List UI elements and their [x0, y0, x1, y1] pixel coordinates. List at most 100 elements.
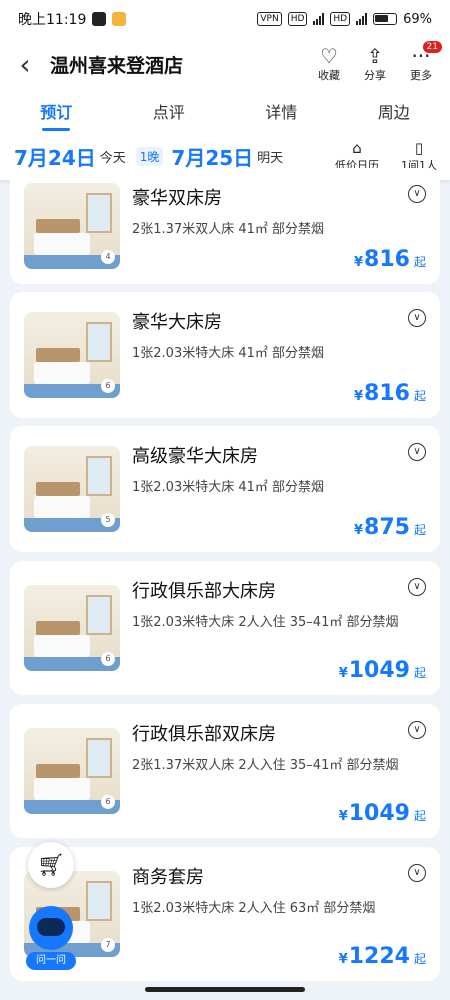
more-button[interactable]: 21 ··· 更多: [398, 41, 444, 83]
price-suffix: 起: [413, 666, 426, 680]
room-photo-window: [86, 322, 112, 362]
hd-icon: HD: [287, 12, 308, 26]
more-label: 更多: [410, 69, 432, 82]
room-photo-bed: [34, 496, 90, 518]
vpn-icon: VPN: [257, 12, 282, 26]
home-indicator: [145, 987, 305, 992]
room-name: 行政俱乐部双床房: [132, 724, 276, 745]
room-name: 商务套房: [132, 867, 204, 888]
price-suffix: 起: [413, 523, 426, 537]
calendar-icon: ⌂: [352, 139, 362, 157]
signal-icon: [356, 13, 368, 25]
room-photo-window: [86, 738, 112, 778]
room-price: ¥1049 起: [339, 801, 426, 826]
tab-nearby[interactable]: 周边: [338, 99, 450, 123]
room-card[interactable]: 5 高级豪华大床房 1张2.03米特大床 41㎡ 部分禁烟 ∨ ¥875 起: [10, 426, 440, 552]
robot-icon: [29, 906, 73, 950]
chevron-down-icon[interactable]: ∨: [408, 864, 426, 882]
heart-icon: ♡: [320, 44, 338, 68]
room-price: ¥875 起: [354, 515, 426, 540]
room-photo[interactable]: 4: [24, 183, 120, 269]
price-suffix: 起: [413, 809, 426, 823]
room-card[interactable]: 4 豪华双床房 2张1.37米双人床 41㎡ 部分禁烟 ∨ ¥816 起: [10, 168, 440, 284]
currency-symbol: ¥: [338, 666, 348, 681]
back-button[interactable]: ‹: [0, 38, 50, 90]
checkin-date[interactable]: 7月24日: [14, 142, 96, 171]
price-value: 816: [364, 381, 410, 406]
photo-count: 7: [101, 938, 115, 952]
tab-details[interactable]: 详情: [225, 99, 338, 123]
back-arrow-icon: ‹: [19, 47, 31, 81]
currency-symbol: ¥: [354, 523, 364, 538]
top-nav: ‹ 温州喜来登酒店 ♡ 收藏 ⇪ 分享 21 ··· 更多: [0, 38, 450, 90]
room-desc: 1张2.03米特大床 2人入住 35–41㎡ 部分禁烟: [132, 615, 399, 630]
currency-symbol: ¥: [338, 809, 348, 824]
room-photo[interactable]: 5: [24, 446, 120, 532]
checkout-date[interactable]: 7月25日: [171, 142, 253, 171]
hotel-title: 温州喜来登酒店: [50, 54, 184, 77]
price-value: 1224: [348, 944, 410, 969]
notification-badge: 21: [422, 41, 442, 53]
room-card[interactable]: 6 行政俱乐部双床房 2张1.37米双人床 2人入住 35–41㎡ 部分禁烟 ∨ ¥10…: [10, 704, 440, 838]
nights-badge: 1晚: [135, 146, 164, 166]
tab-reviews[interactable]: 点评: [113, 99, 226, 123]
room-photo-bed: [34, 362, 90, 384]
tab-bar: 预订 点评 详情 周边: [0, 90, 450, 132]
door-icon: ▯: [414, 139, 424, 157]
price-suffix: 起: [413, 255, 426, 269]
photo-count: 6: [101, 795, 115, 809]
room-photo-bed: [34, 635, 90, 657]
room-photo[interactable]: 6: [24, 585, 120, 671]
price-value: 1049: [348, 658, 410, 683]
chevron-down-icon[interactable]: ∨: [408, 443, 426, 461]
room-price: ¥816 起: [354, 247, 426, 272]
room-photo-headboard: [36, 764, 80, 778]
room-card[interactable]: 6 豪华大床房 1张2.03米特大床 41㎡ 部分禁烟 ∨ ¥816 起: [10, 292, 440, 418]
room-photo-window: [86, 881, 112, 921]
room-desc: 1张2.03米特大床 41㎡ 部分禁烟: [132, 480, 325, 495]
status-time: 晚上11:19: [18, 12, 87, 28]
price-value: 875: [364, 515, 410, 540]
share-icon: ⇪: [366, 44, 384, 68]
currency-symbol: ¥: [354, 389, 364, 404]
room-info: 行政俱乐部大床房 1张2.03米特大床 2人入住 35–41㎡ 部分禁烟 ∨ ¥104…: [120, 561, 440, 695]
room-price: ¥1049 起: [339, 658, 426, 683]
qq-icon: [92, 12, 107, 26]
room-info: 高级豪华大床房 1张2.03米特大床 41㎡ 部分禁烟 ∨ ¥875 起: [120, 426, 440, 552]
room-photo[interactable]: 6: [24, 312, 120, 398]
room-desc: 1张2.03米特大床 2人入住 63㎡ 部分禁烟: [132, 901, 376, 916]
favorite-button[interactable]: ♡ 收藏: [306, 45, 352, 83]
photo-count: 6: [101, 379, 115, 393]
cart-icon: 🛒︎: [37, 852, 65, 878]
photo-count: 6: [101, 652, 115, 666]
room-price: ¥1224 起: [339, 944, 426, 969]
room-desc: 1张2.03米特大床 41㎡ 部分禁烟: [132, 346, 325, 361]
room-card[interactable]: 6 行政俱乐部大床房 1张2.03米特大床 2人入住 35–41㎡ 部分禁烟 ∨ ¥10…: [10, 561, 440, 695]
price-value: 816: [364, 247, 410, 272]
chevron-down-icon[interactable]: ∨: [408, 185, 426, 203]
room-price: ¥816 起: [354, 381, 426, 406]
share-button[interactable]: ⇪ 分享: [352, 45, 398, 83]
price-suffix: 起: [413, 389, 426, 403]
battery-icon: [373, 13, 398, 25]
room-desc: 2张1.37米双人床 2人入住 35–41㎡ 部分禁烟: [132, 758, 399, 773]
cart-button[interactable]: 🛒︎: [28, 842, 74, 888]
favorite-label: 收藏: [318, 69, 340, 82]
room-name: 高级豪华大床房: [132, 446, 258, 467]
price-value: 1049: [348, 801, 410, 826]
room-name: 豪华大床房: [132, 312, 222, 333]
room-photo-window: [86, 456, 112, 496]
room-info: 行政俱乐部双床房 2张1.37米双人床 2人入住 35–41㎡ 部分禁烟 ∨ ¥104…: [120, 704, 440, 838]
chevron-down-icon[interactable]: ∨: [408, 309, 426, 327]
room-photo[interactable]: 6: [24, 728, 120, 814]
chevron-down-icon[interactable]: ∨: [408, 721, 426, 739]
price-suffix: 起: [413, 952, 426, 966]
room-photo-headboard: [36, 219, 80, 233]
assistant-button[interactable]: 问一问: [26, 906, 76, 970]
room-info: 豪华大床房 1张2.03米特大床 41㎡ 部分禁烟 ∨ ¥816 起: [120, 292, 440, 418]
hd-icon: HD: [330, 12, 351, 26]
tab-booking[interactable]: 预订: [0, 99, 113, 131]
chevron-down-icon[interactable]: ∨: [408, 578, 426, 596]
photo-count: 5: [101, 513, 115, 527]
room-info: 商务套房 1张2.03米特大床 2人入住 63㎡ 部分禁烟 ∨ ¥1224 起: [120, 847, 440, 981]
